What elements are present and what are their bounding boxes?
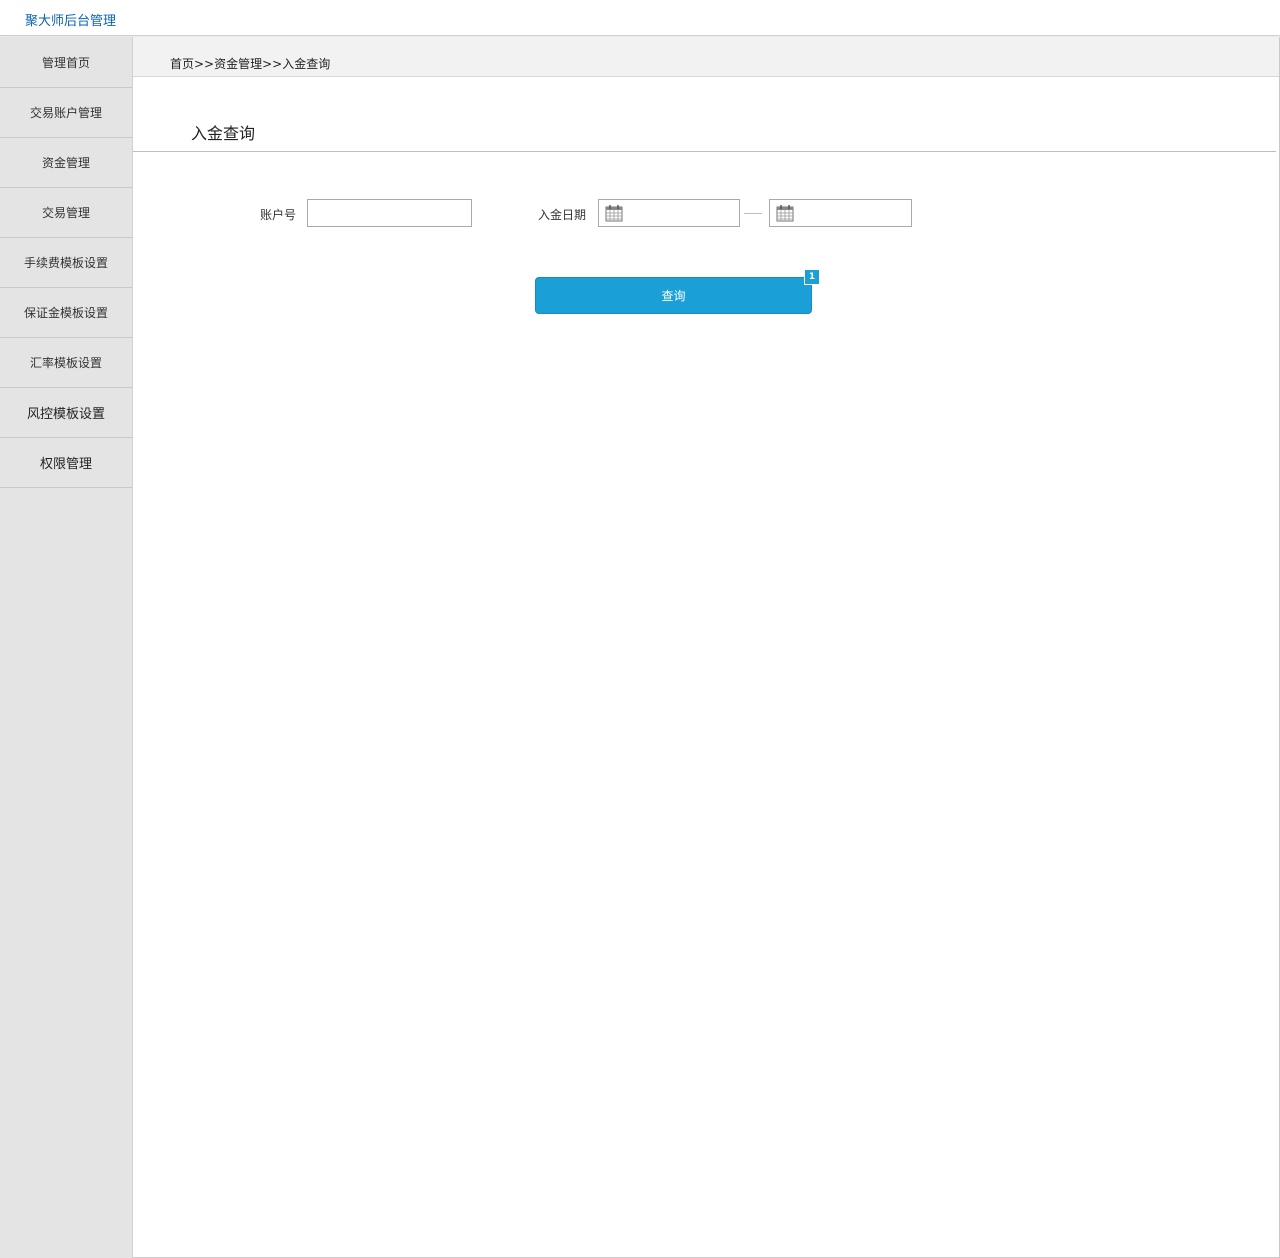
sidebar-item-risk-templates[interactable]: 风控模板设置 xyxy=(0,388,132,438)
breadcrumb-bar: 首页>>资金管理>>入金查询 xyxy=(133,37,1279,77)
app-title[interactable]: 聚大师后台管理 xyxy=(25,10,116,29)
sidebar-item-fx-templates[interactable]: 汇率模板设置 xyxy=(0,338,132,388)
account-input[interactable] xyxy=(307,199,472,227)
sidebar-item-trades[interactable]: 交易管理 xyxy=(0,188,132,238)
calendar-icon[interactable] xyxy=(605,204,623,222)
sidebar-item-home[interactable]: 管理首页 xyxy=(0,37,132,88)
date-label: 入金日期 xyxy=(538,208,587,222)
account-label: 账户号 xyxy=(260,208,297,222)
title-divider xyxy=(133,151,1276,152)
sidebar: 管理首页 交易账户管理 资金管理 交易管理 手续费模板设置 保证金模板设置 汇率… xyxy=(0,37,133,1258)
sidebar-item-funds[interactable]: 资金管理 xyxy=(0,138,132,188)
sidebar-item-permissions[interactable]: 权限管理 xyxy=(0,438,132,488)
breadcrumb: 首页>>资金管理>>入金查询 xyxy=(170,57,331,71)
date-to-input[interactable] xyxy=(800,200,909,226)
annotation-marker: 1 xyxy=(804,269,820,285)
sidebar-item-margin-templates[interactable]: 保证金模板设置 xyxy=(0,288,132,338)
date-from-field[interactable] xyxy=(598,199,740,227)
top-bar: 聚大师后台管理 xyxy=(0,0,1280,36)
page-title: 入金查询 xyxy=(191,124,256,143)
date-to-field[interactable] xyxy=(769,199,912,227)
sidebar-item-fee-templates[interactable]: 手续费模板设置 xyxy=(0,238,132,288)
main-content: 首页>>资金管理>>入金查询 入金查询 账户号 入金日期 查询 1 xyxy=(133,37,1280,1258)
sidebar-item-trading-accounts[interactable]: 交易账户管理 xyxy=(0,88,132,138)
calendar-icon[interactable] xyxy=(776,204,794,222)
date-from-input[interactable] xyxy=(629,200,737,226)
date-range-separator xyxy=(744,213,762,214)
query-button[interactable]: 查询 xyxy=(535,277,812,314)
